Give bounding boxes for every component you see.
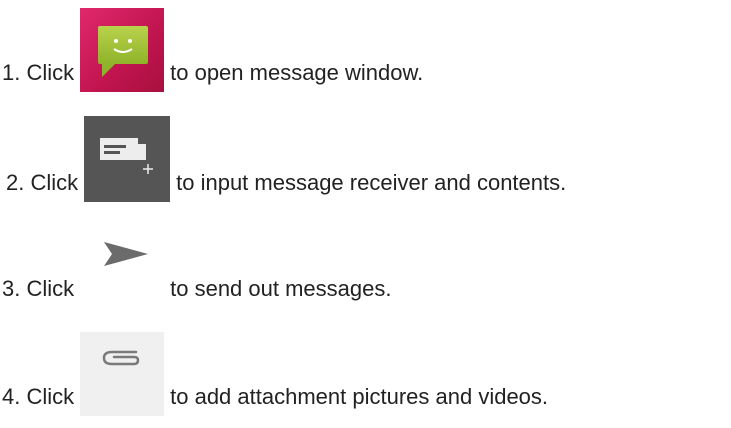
send-icon <box>80 224 165 308</box>
instruction-step-4: 4. Click to add attachment pictures and … <box>2 332 548 416</box>
instruction-step-1: 1. Click to open message window. <box>2 8 423 92</box>
step-text: to send out messages. <box>170 276 392 301</box>
step-prefix: 4. Click <box>2 384 75 409</box>
step-text: to open message window. <box>170 60 424 85</box>
step-text: to add attachment pictures and videos. <box>170 384 549 409</box>
instruction-step-2: 2. Click to input message receiver and c… <box>6 116 566 202</box>
message-app-icon <box>80 8 165 92</box>
instruction-step-3: 3. Click to send out messages. <box>2 224 391 308</box>
step-prefix: 2. Click <box>6 170 79 195</box>
step-prefix: 3. Click <box>2 276 75 301</box>
step-prefix: 1. Click <box>2 60 75 85</box>
compose-message-icon <box>84 116 171 202</box>
step-text: to input message receiver and contents. <box>176 170 567 195</box>
paperclip-icon <box>80 332 165 416</box>
